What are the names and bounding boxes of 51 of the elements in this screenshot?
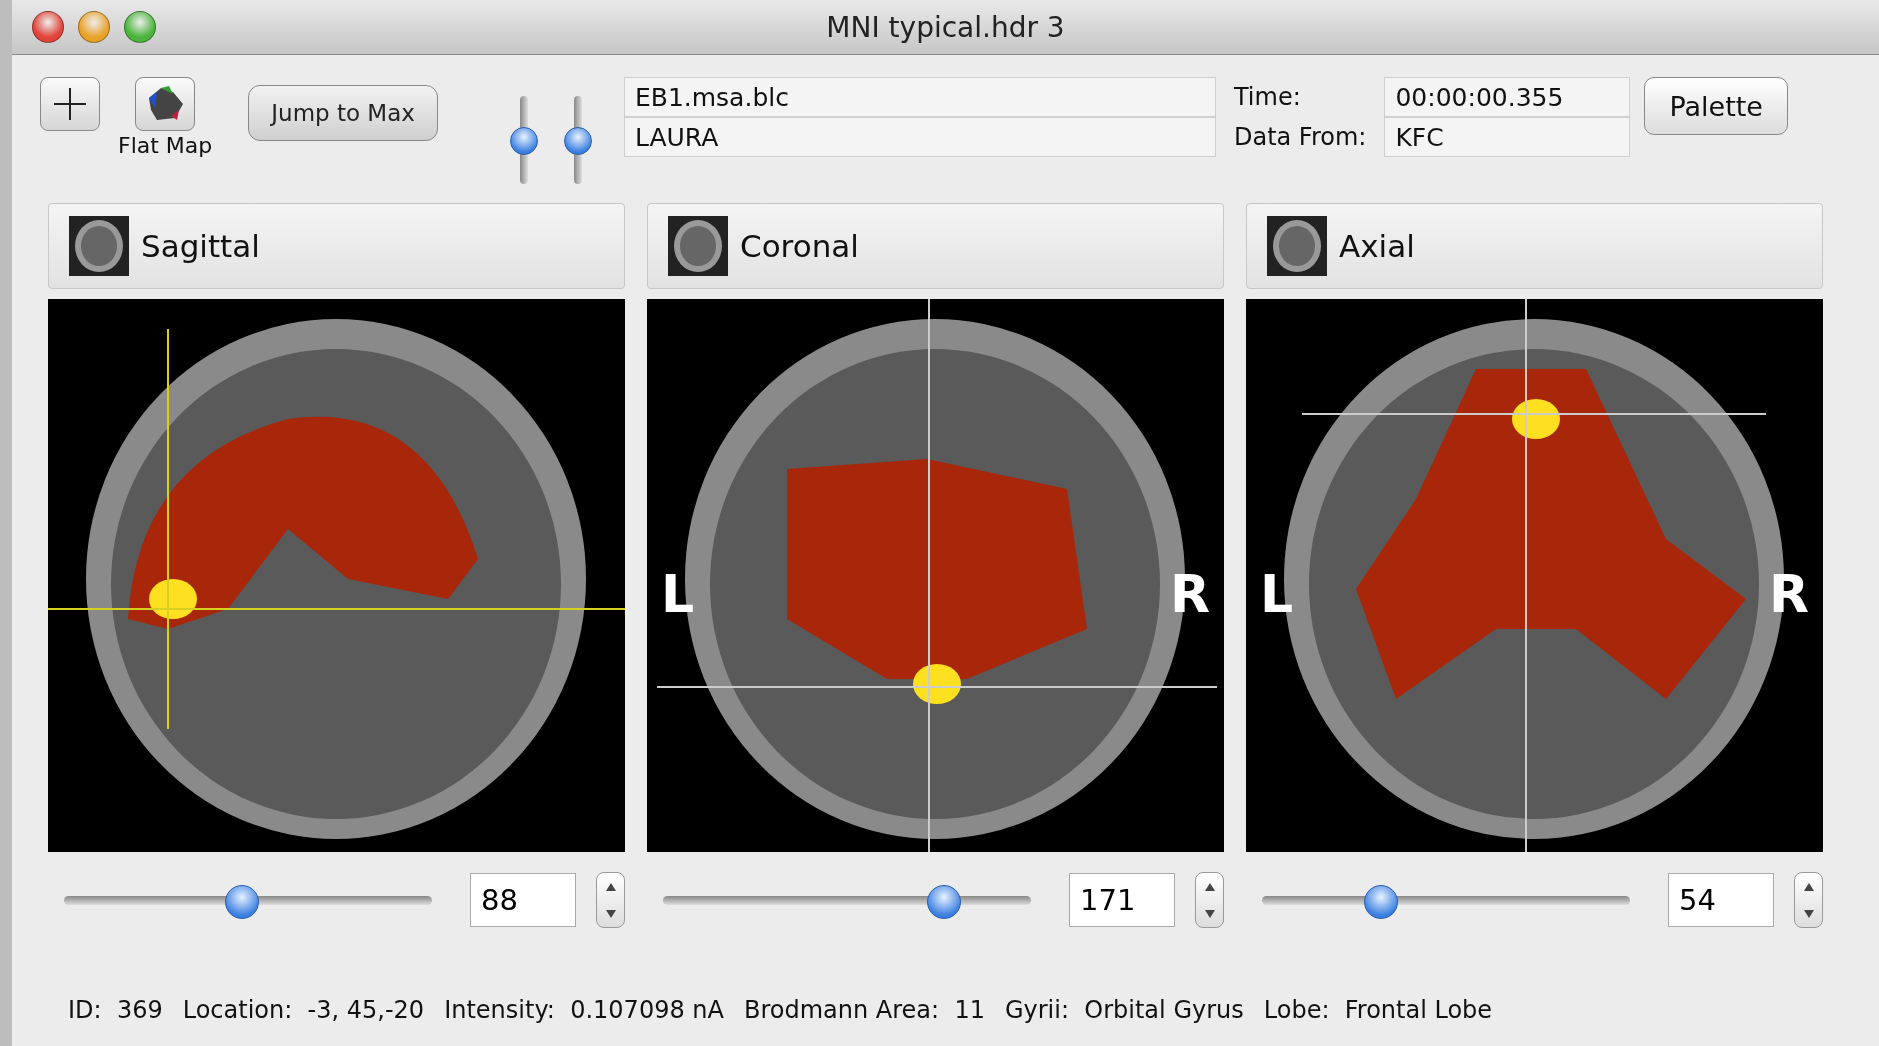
status-text: ID: 369 bbox=[68, 996, 163, 1024]
left-marker: L bbox=[661, 564, 695, 625]
view-title: Coronal bbox=[740, 228, 859, 264]
left-marker: L bbox=[1260, 564, 1294, 625]
status-text: Gyrii: Orbital Gyrus bbox=[1004, 996, 1244, 1024]
status-text: Location: -3, 45,-20 bbox=[182, 996, 425, 1024]
view-title: Sagittal bbox=[141, 228, 260, 264]
status-text: Brodmann Area: 11 bbox=[743, 996, 985, 1024]
data-from-field[interactable]: KFC bbox=[1384, 117, 1631, 157]
time-label: Time: bbox=[1233, 82, 1302, 113]
view-header[interactable]: Sagittal bbox=[48, 203, 625, 289]
up-arrow-icon[interactable] bbox=[1803, 882, 1814, 891]
data-from-label: Data From: bbox=[1233, 122, 1367, 153]
flat-map-button[interactable] bbox=[135, 77, 196, 131]
slider-thumb[interactable] bbox=[1363, 884, 1398, 919]
close-button[interactable] bbox=[32, 11, 64, 43]
palette-button[interactable]: Palette bbox=[1644, 77, 1788, 135]
slider-thumb[interactable] bbox=[563, 126, 592, 155]
brain-thumbnail-icon bbox=[69, 216, 129, 276]
flat-map-label: Flat Map bbox=[118, 133, 213, 158]
crosshair-button[interactable] bbox=[40, 77, 100, 131]
up-arrow-icon[interactable] bbox=[1204, 882, 1215, 891]
minimize-button[interactable] bbox=[78, 11, 110, 43]
view-title: Axial bbox=[1339, 228, 1415, 264]
down-arrow-icon[interactable] bbox=[605, 909, 616, 918]
up-arrow-icon[interactable] bbox=[605, 882, 616, 891]
stepper[interactable] bbox=[1195, 872, 1224, 928]
right-marker: R bbox=[1169, 564, 1210, 625]
slider-thumb[interactable] bbox=[509, 126, 538, 155]
slider-thumb[interactable] bbox=[224, 884, 259, 919]
status-text: Lobe: Frontal Lobe bbox=[1263, 996, 1493, 1024]
down-arrow-icon[interactable] bbox=[1204, 909, 1215, 918]
slider-thumb[interactable] bbox=[926, 884, 961, 919]
right-marker: R bbox=[1768, 564, 1809, 625]
zoom-button[interactable] bbox=[124, 11, 156, 43]
status-text: Intensity: 0.107098 nA bbox=[444, 996, 724, 1024]
view-header[interactable]: Axial bbox=[1246, 203, 1823, 289]
slice-field[interactable]: 88 bbox=[470, 873, 577, 927]
window-title: MNI typical.hdr 3 bbox=[826, 10, 1065, 44]
jump-to-max-button[interactable]: Jump to Max bbox=[248, 85, 438, 141]
stepper[interactable] bbox=[596, 872, 625, 928]
slice-field[interactable]: 171 bbox=[1069, 873, 1176, 927]
brain-thumbnail-icon bbox=[1267, 216, 1327, 276]
text-field[interactable]: EB1.msa.blc bbox=[623, 77, 1216, 117]
time-field[interactable]: 00:00:00.355 bbox=[1384, 77, 1631, 117]
slice-field[interactable]: 54 bbox=[1668, 873, 1775, 927]
down-arrow-icon[interactable] bbox=[1803, 909, 1814, 918]
brain-thumbnail-icon bbox=[668, 216, 728, 276]
text-field[interactable]: LAURA bbox=[623, 117, 1216, 157]
stepper[interactable] bbox=[1794, 872, 1823, 928]
view-header[interactable]: Coronal bbox=[647, 203, 1224, 289]
